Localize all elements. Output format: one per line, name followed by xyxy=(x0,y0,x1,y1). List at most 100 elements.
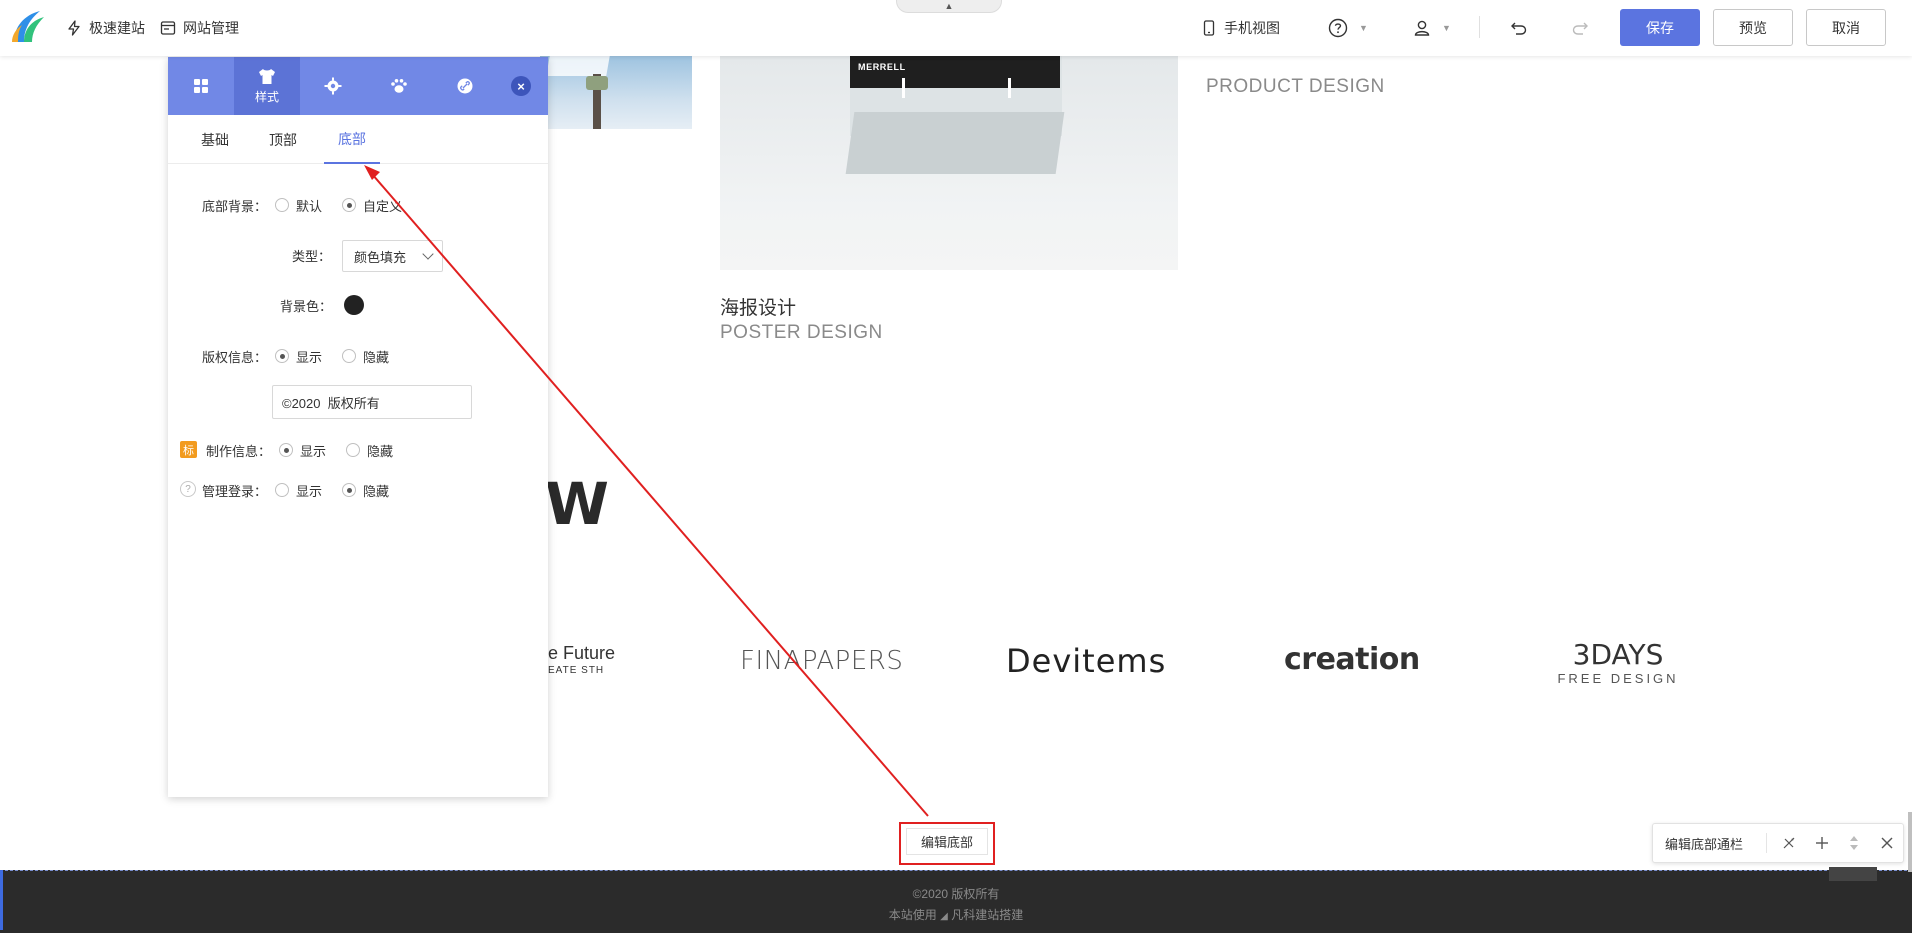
product-subtitle: PRODUCT DESIGN xyxy=(1206,76,1385,97)
gear-icon xyxy=(324,77,342,95)
maker-show-option[interactable]: 显示 xyxy=(279,441,326,460)
account-menu[interactable]: ▼ xyxy=(1413,17,1451,39)
paw-icon xyxy=(391,79,407,93)
figure-shape xyxy=(586,76,608,90)
tab-links[interactable] xyxy=(432,57,498,115)
site-manage-button[interactable]: 网站管理 xyxy=(160,17,239,39)
chevron-down-icon xyxy=(422,248,434,260)
footer-powered-by: 本站使用 ◢ 凡科建站搭建 xyxy=(0,906,1912,923)
footer-bg-custom-option[interactable]: 自定义 xyxy=(342,196,402,215)
tab-style[interactable]: 样式 xyxy=(234,57,300,115)
close-icon xyxy=(1881,837,1893,849)
link-icon xyxy=(457,78,473,94)
footer-bg-label: 底部背景： xyxy=(202,198,268,214)
partial-photo-image[interactable] xyxy=(540,56,692,129)
settings-panel: 样式 × 基础 顶部 底部 xyxy=(168,57,548,797)
section-heading-fragment: W xyxy=(545,470,609,538)
radio-admin-show[interactable] xyxy=(275,483,290,497)
user-icon xyxy=(1414,20,1430,36)
radio-custom[interactable] xyxy=(342,198,357,212)
redo-button[interactable] xyxy=(1571,17,1589,39)
mobile-phone-icon xyxy=(1203,20,1215,36)
footer-bg-default-option[interactable]: 默认 xyxy=(275,196,322,215)
copyright-label: 版权信息： xyxy=(202,349,268,365)
panel-subtabs: 基础 顶部 底部 xyxy=(168,115,548,164)
box-peg-right xyxy=(1008,78,1011,98)
logo-future-line1: e Future xyxy=(548,643,616,663)
copyright-text-input[interactable] xyxy=(272,385,472,419)
footer-brand-icon: ◢ xyxy=(940,911,948,922)
logo-3days-line1: 3DAYS xyxy=(1572,638,1664,671)
type-select[interactable]: 颜色填充 xyxy=(342,240,443,272)
browser-window-icon xyxy=(160,21,176,35)
admin-hide-option[interactable]: 隐藏 xyxy=(342,481,389,500)
tag-badge: 标 xyxy=(180,441,197,458)
redo-icon xyxy=(1572,22,1588,35)
lightning-icon xyxy=(68,20,80,36)
maker-label: 制作信息： xyxy=(206,443,272,459)
close-bar-button[interactable] xyxy=(1870,823,1903,863)
close-icon: × xyxy=(517,78,525,94)
cancel-button[interactable]: 取消 xyxy=(1806,9,1886,46)
tab-effects[interactable] xyxy=(366,57,432,115)
radio-copyright-hide[interactable] xyxy=(342,349,357,363)
logo-future[interactable]: e Future EATE STH xyxy=(548,643,615,676)
chevron-up-icon: ▲ xyxy=(944,1,954,11)
vertical-scrollbar[interactable] xyxy=(1908,812,1912,872)
maker-show-text: 显示 xyxy=(300,443,327,459)
radio-admin-hide[interactable] xyxy=(342,483,357,497)
subtab-basic[interactable]: 基础 xyxy=(201,115,229,164)
quick-build-label: 极速建站 xyxy=(89,20,145,36)
admin-show-text: 显示 xyxy=(296,483,323,499)
move-section-button[interactable] xyxy=(1838,823,1871,863)
copyright-hide-text: 隐藏 xyxy=(363,349,390,365)
toolbar-divider xyxy=(1479,16,1480,38)
maker-hide-text: 隐藏 xyxy=(367,443,394,459)
collapse-toolbar-tab[interactable]: ▲ xyxy=(896,0,1002,13)
poster-title: 海报设计 xyxy=(720,298,797,319)
box-peg-left xyxy=(902,78,905,98)
footer-bg-row: 底部背景： 默认 自定义 xyxy=(202,195,422,215)
help-icon[interactable]: ? xyxy=(180,481,196,497)
logo-devitems[interactable]: Devitems xyxy=(1006,642,1166,680)
maker-row: 制作信息： 显示 隐藏 xyxy=(206,440,413,460)
logo-3days[interactable]: 3DAYS FREE DESIGN xyxy=(1556,638,1680,686)
site-footer[interactable]: ©2020 版权所有 本站使用 ◢ 凡科建站搭建 xyxy=(0,867,1912,933)
radio-maker-show[interactable] xyxy=(279,443,294,457)
panel-close-button[interactable]: × xyxy=(511,76,531,96)
poster-photo-image[interactable]: MERRELL xyxy=(720,56,1178,270)
box-shape xyxy=(850,56,1060,88)
admin-show-option[interactable]: 显示 xyxy=(275,481,322,500)
preview-button[interactable]: 预览 xyxy=(1713,9,1793,46)
quick-build-button[interactable]: 极速建站 xyxy=(66,17,145,39)
brand-logo-icon[interactable] xyxy=(10,9,46,43)
add-section-button[interactable] xyxy=(1805,823,1838,863)
tab-settings[interactable] xyxy=(300,57,366,115)
type-select-value: 颜色填充 xyxy=(354,249,407,265)
footer-handle[interactable] xyxy=(1829,867,1877,881)
bg-color-label: 背景色： xyxy=(280,298,333,314)
logo-finapapers[interactable]: FINAPAPERS xyxy=(740,646,903,676)
subtab-header[interactable]: 顶部 xyxy=(269,115,297,164)
poster-subtitle: POSTER DESIGN xyxy=(720,322,883,343)
radio-maker-hide[interactable] xyxy=(346,443,361,457)
subtab-footer[interactable]: 底部 xyxy=(324,115,380,164)
copyright-row: 版权信息： 显示 隐藏 xyxy=(202,346,409,366)
undo-button[interactable] xyxy=(1510,17,1528,39)
mobile-view-button[interactable]: 手机视图 xyxy=(1201,17,1280,39)
tab-modules[interactable] xyxy=(168,57,234,115)
copyright-show-option[interactable]: 显示 xyxy=(275,347,322,366)
footer-bg-default-text: 默认 xyxy=(296,198,323,214)
radio-copyright-show[interactable] xyxy=(275,349,290,363)
maker-hide-option[interactable]: 隐藏 xyxy=(346,441,393,460)
save-button[interactable]: 保存 xyxy=(1620,9,1700,46)
radio-default[interactable] xyxy=(275,198,290,212)
copyright-show-text: 显示 xyxy=(296,349,323,365)
help-menu[interactable]: ▼ xyxy=(1328,17,1368,39)
copyright-hide-option[interactable]: 隐藏 xyxy=(342,347,389,366)
footer-edit-bar: 编辑底部通栏 xyxy=(1652,823,1904,863)
edit-footer-banner-button[interactable]: 编辑底部通栏 xyxy=(1653,834,1760,853)
bg-color-swatch[interactable] xyxy=(344,295,364,315)
no-animation-button[interactable] xyxy=(1773,823,1806,863)
logo-creation[interactable]: creation xyxy=(1284,642,1420,677)
